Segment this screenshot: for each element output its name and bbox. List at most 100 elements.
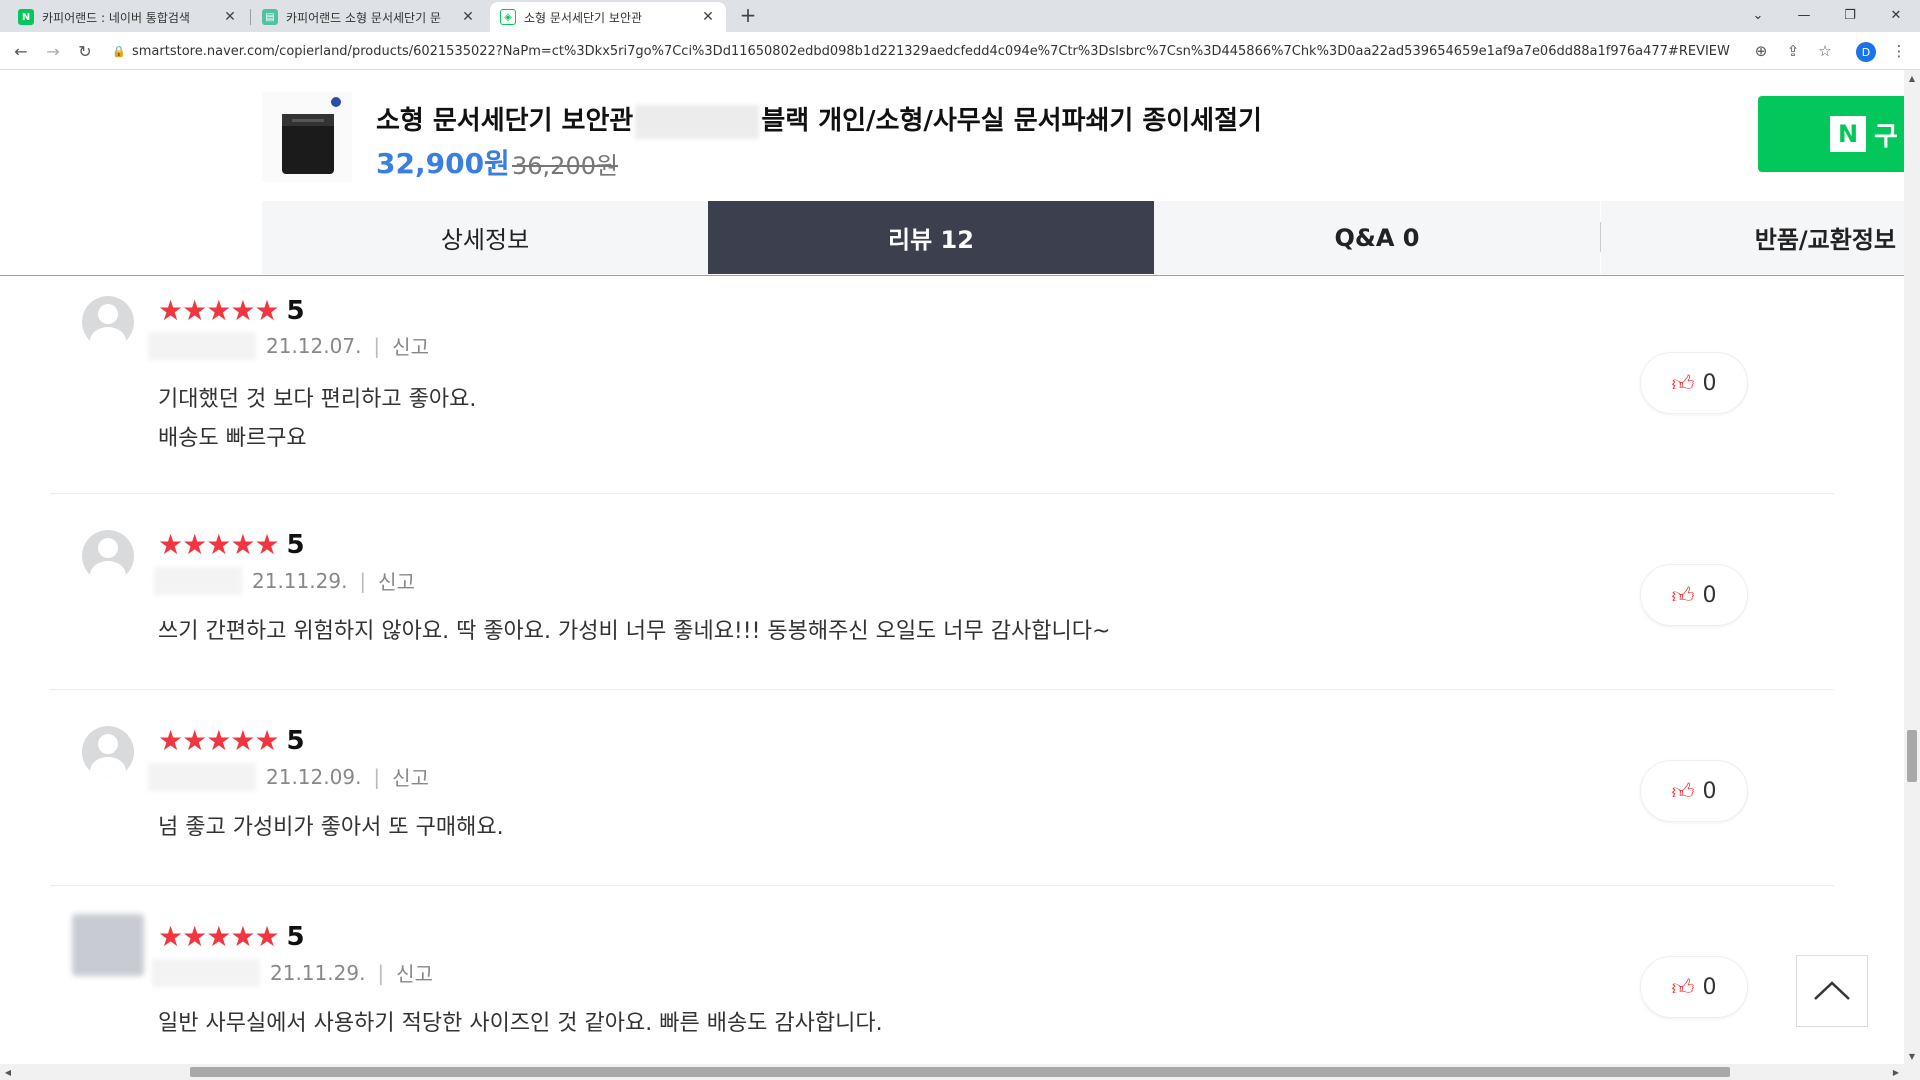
redacted-text — [635, 104, 760, 139]
star-icon: ★ — [158, 294, 184, 327]
menu-kebab-icon[interactable]: ⋮ — [1886, 38, 1912, 64]
vertical-scroll-thumb[interactable] — [1907, 730, 1917, 782]
product-title: 소형 문서세단기 보안관 블랙 개인/소형/사무실 문서파쇄기 종이세절기 — [376, 100, 1262, 139]
meta-divider: | — [373, 764, 381, 789]
window-close-icon[interactable]: ✕ — [1874, 0, 1918, 30]
address-bar[interactable]: 🔒 smartstore.naver.com/copierland/produc… — [112, 37, 1752, 65]
like-count: 0 — [1702, 974, 1717, 1000]
security-shield-icon: ◈ — [500, 9, 516, 25]
review-item: ★ ★ ★ ★ ★ 5 21.11.29. | 신고 쓰기 간편하고 위험하지 않아요.… — [50, 494, 1834, 690]
horizontal-scroll-thumb[interactable] — [190, 1067, 1730, 1077]
review-text: 기대했던 것 보다 편리하고 좋아요. 배송도 빠르구요 — [158, 387, 477, 451]
tab-detail-info[interactable]: 상세정보 — [262, 201, 708, 274]
review-date: 21.12.07. — [266, 333, 362, 358]
avatar-photo — [72, 914, 144, 976]
review-meta: 21.11.29. | 신고 — [154, 566, 415, 595]
star-rating: ★ ★ ★ ★ ★ 5 — [158, 530, 305, 560]
star-icon: ★ — [206, 294, 232, 327]
rating-score: 5 — [286, 726, 305, 756]
tab-return-exchange[interactable]: 반품/교환정보 — [1601, 201, 1904, 274]
review-meta: 21.11.29. | 신고 — [152, 958, 433, 987]
close-icon[interactable]: ✕ — [460, 9, 476, 25]
forward-icon[interactable]: → — [40, 38, 66, 64]
zoom-icon[interactable]: ⊕ — [1748, 38, 1774, 64]
tab-title: 소형 문서세단기 보안관 — [524, 10, 643, 25]
close-icon[interactable]: ✕ — [222, 9, 238, 25]
scroll-to-top-button[interactable] — [1796, 955, 1868, 1027]
new-tab-button[interactable]: + — [736, 4, 760, 28]
star-icon: ★ — [158, 528, 184, 561]
product-title-part1: 소형 문서세단기 보안관 — [376, 106, 634, 136]
scroll-right-arrow-icon[interactable]: ▶ — [1888, 1064, 1904, 1080]
browser-tab-naver-search[interactable]: N 카피어랜드 : 네이버 통합검색 ✕ — [8, 2, 248, 32]
product-tab-nav: 상세정보 리뷰 12 Q&A 0 반품/교환정보 — [0, 200, 1904, 276]
report-link[interactable]: 신고 — [396, 958, 433, 987]
chevron-up-icon — [1814, 981, 1850, 1000]
star-icon: ★ — [254, 920, 280, 953]
sale-price: 32,900원 — [376, 147, 510, 180]
bookmark-star-icon[interactable]: ☆ — [1812, 38, 1838, 64]
like-button[interactable]: 👍︎ 0 — [1640, 760, 1748, 822]
review-item: ★ ★ ★ ★ ★ 5 21.12.07. | 신고 기대했던 것 보다 편리하고 좋아… — [50, 276, 1834, 494]
report-link[interactable]: 신고 — [392, 331, 429, 360]
report-link[interactable]: 신고 — [392, 762, 429, 791]
reviewer-nickname-redacted — [148, 762, 256, 791]
scroll-up-arrow-icon[interactable]: ▲ — [1904, 70, 1920, 86]
share-icon[interactable]: ⇪ — [1780, 38, 1806, 64]
rating-score: 5 — [286, 296, 305, 326]
browser-tab-strip: N 카피어랜드 : 네이버 통합검색 ✕ ▤ 카피어랜드 소형 문서세단기 문 … — [0, 0, 1920, 32]
avatar — [82, 296, 134, 348]
like-button[interactable]: 👍︎ 0 — [1640, 564, 1748, 626]
like-button[interactable]: 👍︎ 0 — [1640, 956, 1748, 1018]
star-icon: ★ — [182, 294, 208, 327]
report-link[interactable]: 신고 — [378, 566, 415, 595]
reload-icon[interactable]: ↻ — [72, 38, 98, 64]
naver-pay-buy-button[interactable]: N 구 — [1758, 96, 1904, 172]
profile-avatar[interactable]: D — [1856, 42, 1876, 62]
review-date: 21.11.29. — [252, 568, 348, 593]
star-icon: ★ — [254, 528, 280, 561]
meta-divider: | — [373, 333, 381, 358]
product-thumbnail[interactable] — [262, 92, 352, 182]
star-icon: ★ — [158, 920, 184, 953]
star-icon: ★ — [254, 724, 280, 757]
review-date: 21.12.09. — [266, 764, 362, 789]
minimize-icon[interactable]: — — [1782, 0, 1826, 30]
review-date: 21.11.29. — [270, 960, 366, 985]
browser-tab-active[interactable]: ◈ 소형 문서세단기 보안관 ✕ — [490, 2, 726, 32]
horizontal-scrollbar[interactable]: ◀ ▶ — [0, 1064, 1920, 1080]
scroll-down-arrow-icon[interactable]: ▼ — [1904, 1048, 1920, 1064]
back-icon[interactable]: ← — [8, 38, 34, 64]
thumbs-up-icon: 👍︎ — [1671, 583, 1695, 609]
avatar — [82, 530, 134, 582]
tab-divider — [250, 9, 251, 25]
star-icon: ★ — [206, 920, 232, 953]
star-icon: ★ — [182, 724, 208, 757]
tab-reviews[interactable]: 리뷰 12 — [708, 201, 1154, 274]
thumbs-up-icon: 👍︎ — [1671, 779, 1695, 805]
original-price: 36,200원 — [512, 152, 619, 180]
like-button[interactable]: 👍︎ 0 — [1640, 352, 1748, 414]
like-count: 0 — [1702, 370, 1717, 396]
star-icon: ★ — [254, 294, 280, 327]
naver-n-icon: N — [1830, 116, 1866, 152]
vertical-scrollbar[interactable]: ▲ ▼ — [1904, 70, 1920, 1064]
lock-icon: 🔒 — [112, 45, 126, 58]
star-rating: ★ ★ ★ ★ ★ 5 — [158, 922, 305, 952]
review-item: ★ ★ ★ ★ ★ 5 21.12.09. | 신고 넘 좋고 가성비가 좋아서 또 구… — [50, 690, 1834, 886]
review-text: 일반 사무실에서 사용하기 적당한 사이즈인 것 같아요. 빠른 배송도 감사합… — [158, 1011, 883, 1036]
close-icon[interactable]: ✕ — [700, 9, 716, 25]
review-text: 넘 좋고 가성비가 좋아서 또 구매해요. — [158, 815, 504, 840]
browser-tab-smartstore[interactable]: ▤ 카피어랜드 소형 문서세단기 문 ✕ — [252, 2, 486, 32]
scroll-left-arrow-icon[interactable]: ◀ — [0, 1064, 16, 1080]
rating-score: 5 — [286, 530, 305, 560]
naver-n-icon: N — [18, 9, 34, 25]
like-count: 0 — [1702, 582, 1717, 608]
tab-qna[interactable]: Q&A 0 — [1154, 201, 1600, 274]
tab-search-icon[interactable]: ⌄ — [1736, 0, 1780, 30]
url-text: smartstore.naver.com/copierland/products… — [132, 43, 1730, 59]
review-list: ★ ★ ★ ★ ★ 5 21.12.07. | 신고 기대했던 것 보다 편리하고 좋아… — [0, 276, 1904, 1064]
restore-icon[interactable]: ❐ — [1828, 0, 1872, 30]
like-count: 0 — [1702, 778, 1717, 804]
reviewer-nickname-redacted — [154, 566, 242, 595]
